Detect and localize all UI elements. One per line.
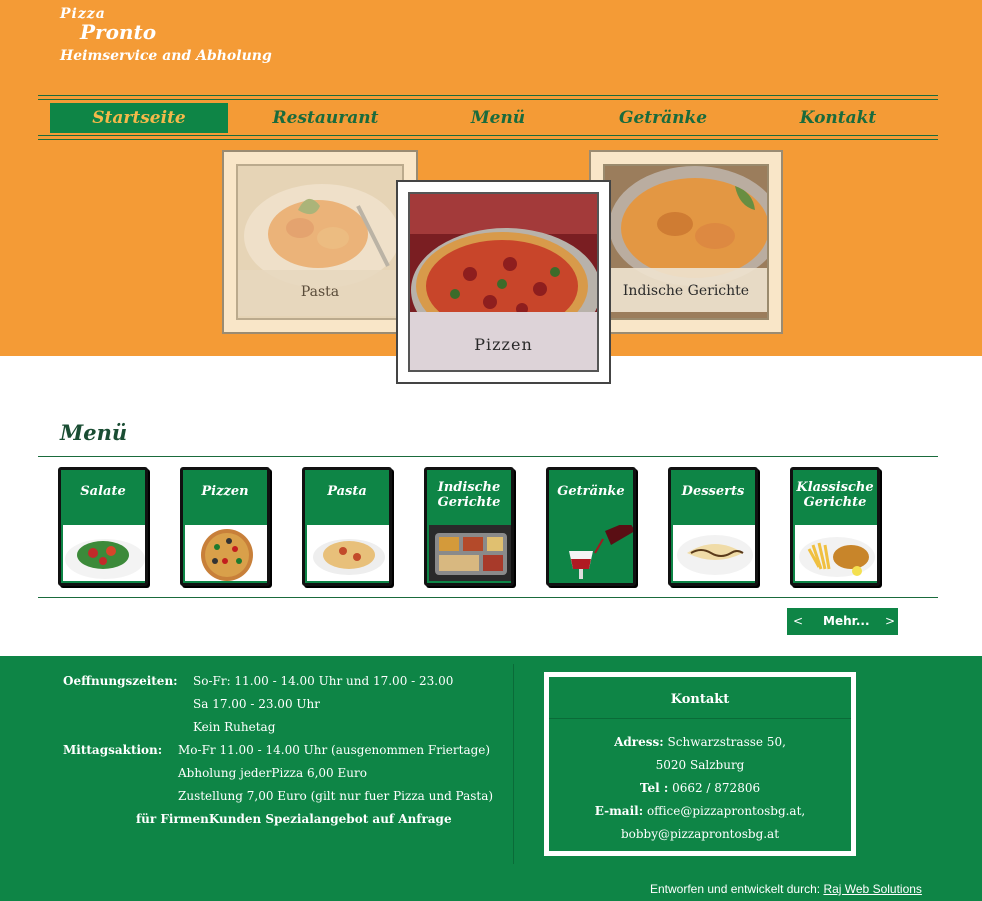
menu-card-title: Getränke (557, 484, 625, 499)
menu-card-title: Klassische Gerichte (796, 480, 874, 510)
email-bobby-link[interactable]: bobby@pizzaprontosbg.at (549, 827, 851, 841)
thali-icon (429, 525, 511, 581)
pager-more-button[interactable]: Mehr... (823, 614, 870, 628)
wine-icon (551, 525, 633, 581)
pager-next-button[interactable]: > (885, 614, 895, 628)
tel-label: Tel : (639, 781, 669, 795)
menu-card-klassische-gerichte[interactable]: Klassische Gerichte (790, 467, 880, 586)
logo-line-2: Pronto (80, 20, 157, 44)
email-office-link[interactable]: office@pizzaprontosbg.at, (647, 804, 805, 818)
salad-image (63, 525, 145, 581)
menu-card-salate[interactable]: Salate (58, 467, 148, 586)
slide-indische-gerichte[interactable]: Indische Gerichte (589, 150, 783, 334)
hours-label: Oeffnungszeiten: (63, 674, 178, 688)
menu-card-desserts[interactable]: Desserts (668, 467, 758, 586)
contact-email-row: E-mail: office@pizzaprontosbg.at, (549, 804, 851, 818)
address-line-1: Schwarzstrasse 50, (667, 735, 786, 749)
slide-pasta[interactable]: Pasta (222, 150, 418, 334)
slide-pizzen-caption: Pizzen (474, 335, 533, 354)
hours-line-1: So-Fr: 11.00 - 14.00 Uhr und 17.00 - 23.… (193, 674, 454, 688)
lunch-label: Mittagsaktion: (63, 743, 163, 757)
menu-card-indische-gerichte[interactable]: Indische Gerichte (424, 467, 514, 586)
nav-item-restaurant[interactable]: Restaurant (238, 103, 413, 133)
menu-card-getraenke[interactable]: Getränke (546, 467, 636, 586)
nav-item-kontakt[interactable]: Kontakt (768, 103, 908, 133)
main-nav: Startseite Restaurant Menü Getränke Kont… (38, 95, 938, 140)
slide-pizzen[interactable]: Pizzen (396, 180, 611, 384)
header: Pizza Pronto Heimservice and Abholung St… (0, 0, 982, 384)
contact-box-inner: Kontakt Adress: Schwarzstrasse 50, 5020 … (549, 677, 851, 851)
logo-tagline: Heimservice and Abholung (60, 48, 272, 64)
credit: Entworfen und entwickelt durch: Raj Web … (650, 882, 922, 896)
footer-divider (513, 664, 514, 864)
logo[interactable]: Pizza Pronto Heimservice and Abholung (60, 6, 272, 64)
menu-heading: Menü (60, 420, 128, 445)
hours-line-3: Kein Ruhetag (193, 720, 276, 734)
menu-card-title: Salate (80, 484, 126, 499)
menu-card-pasta[interactable]: Pasta (302, 467, 392, 586)
pager-prev-button[interactable]: < (793, 614, 803, 628)
contact-tel-row: Tel : 0662 / 872806 (549, 781, 851, 795)
email-label: E-mail: (594, 804, 644, 818)
nav-item-menu[interactable]: Menü (438, 103, 558, 133)
nav-rule (38, 95, 938, 96)
lunch-line-2: Abholung jederPizza 6,00 Euro (178, 766, 367, 780)
nav-rule (38, 139, 938, 140)
nav-item-getraenke[interactable]: Getränke (578, 103, 748, 133)
nav-rule (38, 99, 938, 100)
contact-title: Kontakt (670, 692, 730, 707)
menu-card-title: Indische Gerichte (437, 480, 501, 510)
lunch-line-3: Zustellung 7,00 Euro (gilt nur fuer Pizz… (178, 789, 494, 803)
menu-card-pizzen[interactable]: Pizzen (180, 467, 270, 586)
contact-address-row: Adress: Schwarzstrasse 50, (549, 735, 851, 749)
menu-pager: < Mehr... > (787, 608, 898, 635)
lunch-line-1: Mo-Fr 11.00 - 14.00 Uhr (ausgenommen Fri… (178, 743, 491, 757)
slide-indische-caption: Indische Gerichte (622, 283, 750, 299)
business-offer: für FirmenKunden Spezialangebot auf Anfr… (136, 812, 452, 826)
nav-item-startseite[interactable]: Startseite (50, 103, 228, 133)
nav-rule (38, 135, 938, 136)
menu-card-title: Pasta (327, 484, 367, 499)
menu-card-title: Desserts (681, 484, 745, 499)
slide-pasta-caption: Pasta (300, 284, 340, 300)
contact-separator (549, 718, 851, 719)
hours-line-2: Sa 17.00 - 23.00 Uhr (193, 697, 320, 711)
pizza-icon (185, 525, 267, 581)
address-label: Adress: (614, 735, 664, 749)
credit-prefix: Entworfen und entwickelt durch: (650, 882, 821, 896)
pasta-icon (307, 525, 389, 581)
schnitzel-icon (795, 525, 877, 581)
footer: Oeffnungszeiten: So-Fr: 11.00 - 14.00 Uh… (0, 656, 982, 901)
dessert-icon (673, 525, 755, 581)
tel-value[interactable]: 0662 / 872806 (672, 781, 760, 795)
menu-card-title: Pizzen (201, 484, 249, 499)
contact-box: Kontakt Adress: Schwarzstrasse 50, 5020 … (544, 672, 856, 856)
menu-divider-bottom (38, 597, 938, 598)
menu-divider-top (38, 456, 938, 457)
credit-link[interactable]: Raj Web Solutions (823, 882, 922, 896)
address-line-2: 5020 Salzburg (655, 758, 745, 772)
